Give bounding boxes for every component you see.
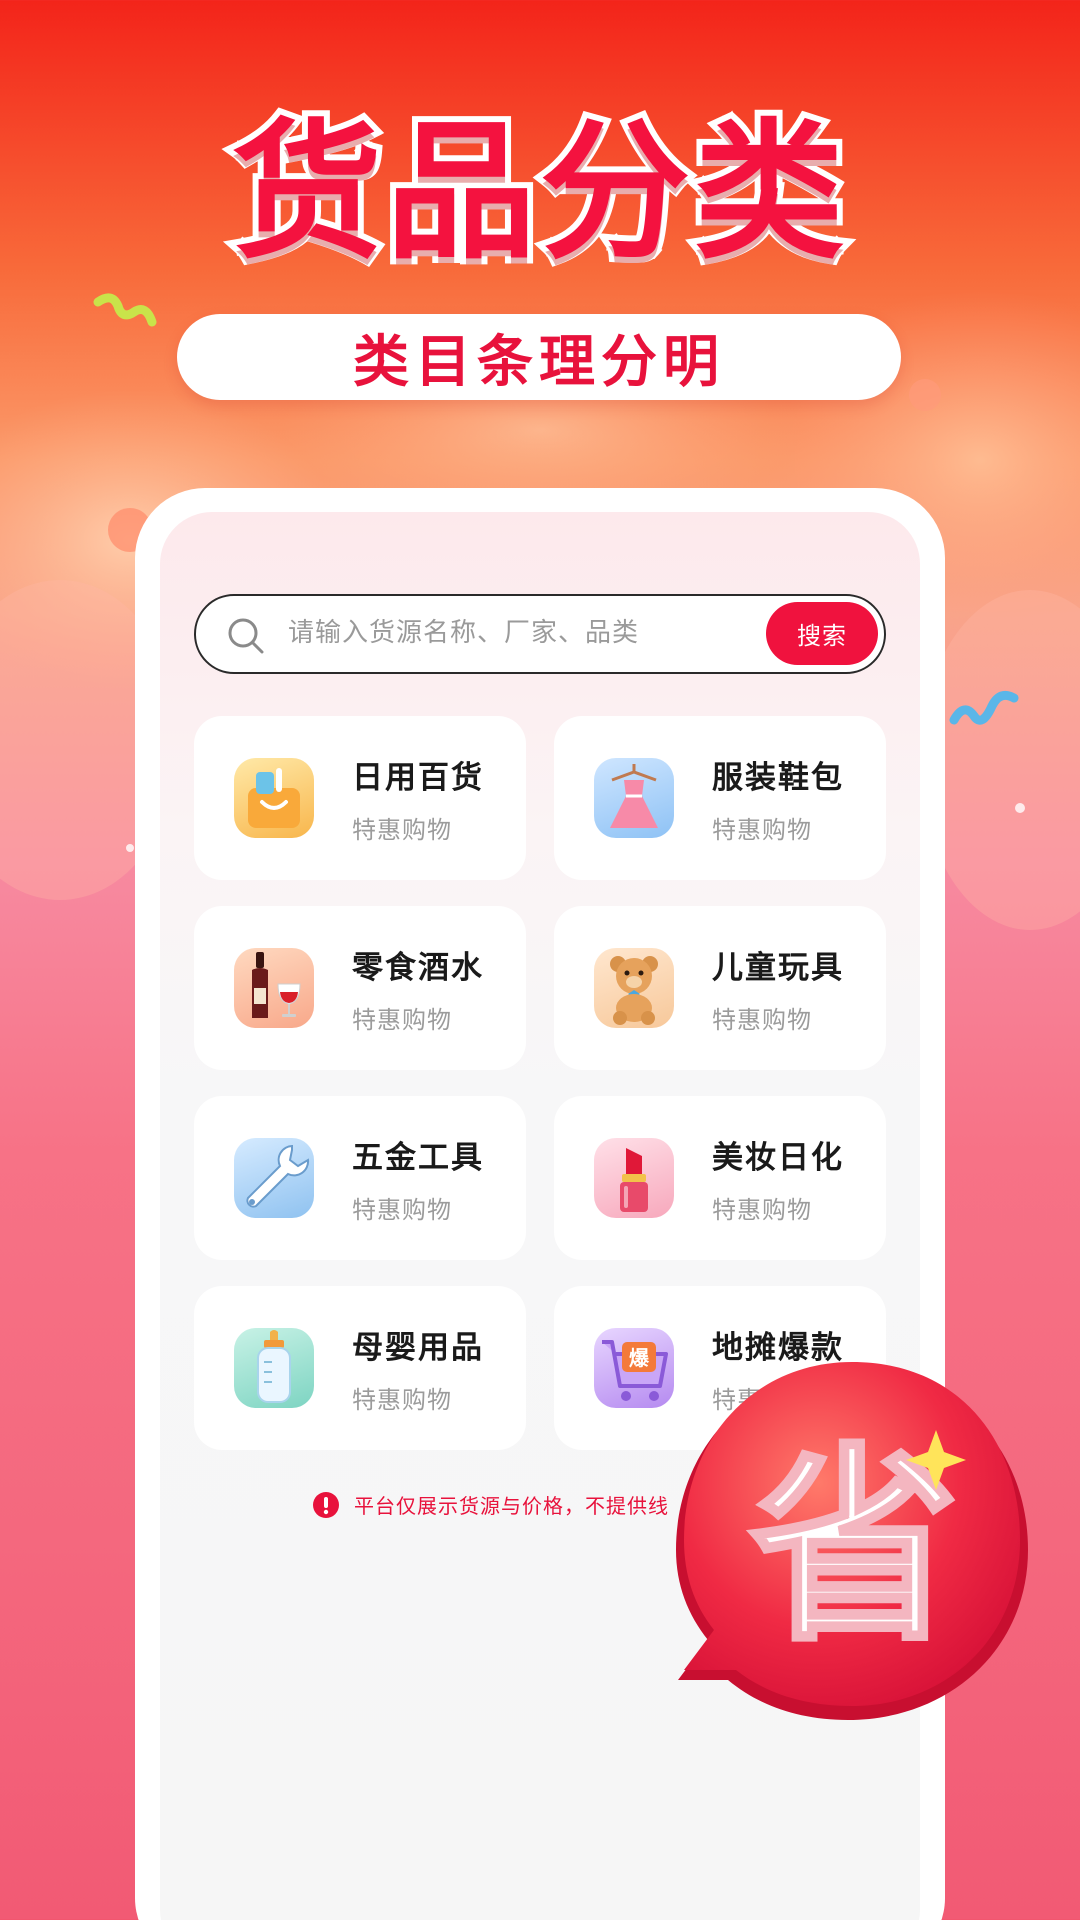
search-icon [228,618,264,654]
search-bar[interactable]: 请输入货源名称、厂家、品类 搜索 [194,594,886,674]
subtitle-pill: 类目条理分明 [177,314,901,400]
category-name: 日用百货 [352,760,484,796]
category-sub: 特惠购物 [352,816,452,844]
category-card-hardware[interactable]: 五金工具 特惠购物 [194,1096,526,1260]
category-sub: 特惠购物 [352,1006,452,1034]
category-card-baby[interactable]: 母婴用品 特惠购物 [194,1286,526,1450]
category-sub: 特惠购物 [712,816,812,844]
category-sub: 特惠购物 [352,1386,452,1414]
hero-title: 货品分类 [226,102,850,284]
category-sub: 特惠购物 [352,1196,452,1224]
teddy-bear-icon [594,948,674,1028]
category-card-snacks[interactable]: 零食酒水 特惠购物 [194,906,526,1070]
wrench-icon [234,1138,314,1218]
baby-bottle-icon [234,1328,314,1408]
subtitle-text: 类目条理分明 [353,329,725,395]
category-sub: 特惠购物 [712,1196,812,1224]
blue-squiggle-decoration [949,690,1019,725]
shopping-bag-icon [234,758,314,838]
platform-notice: 平台仅展示货源与价格，不提供线 [312,1490,669,1519]
category-name: 零食酒水 [352,950,484,986]
category-card-cosmetics[interactable]: 美妆日化 特惠购物 [554,1096,886,1260]
category-name: 服装鞋包 [712,760,844,796]
yellow-squiggle-decoration [93,293,157,327]
notice-text: 平台仅展示货源与价格，不提供线 [354,1494,669,1518]
category-card-clothing[interactable]: 服装鞋包 特惠购物 [554,716,886,880]
category-card-daily[interactable]: 日用百货 特惠购物 [194,716,526,880]
category-name: 五金工具 [352,1140,484,1176]
search-button[interactable]: 搜索 [766,602,878,665]
wine-icon [234,948,314,1028]
category-card-toys[interactable]: 儿童玩具 特惠购物 [554,906,886,1070]
category-sub: 特惠购物 [712,1006,812,1034]
cart-badge-text: 爆 [629,1346,650,1370]
search-input[interactable]: 请输入货源名称、厂家、品类 [288,596,639,671]
category-name: 儿童玩具 [712,950,844,986]
dress-icon [594,758,674,838]
lipstick-icon [594,1138,674,1218]
save-badge: 省 [676,1362,1028,1720]
warning-icon [313,1491,339,1518]
cart-icon: 爆 [594,1328,674,1408]
category-name: 美妆日化 [712,1140,844,1176]
category-name: 母婴用品 [352,1330,484,1366]
